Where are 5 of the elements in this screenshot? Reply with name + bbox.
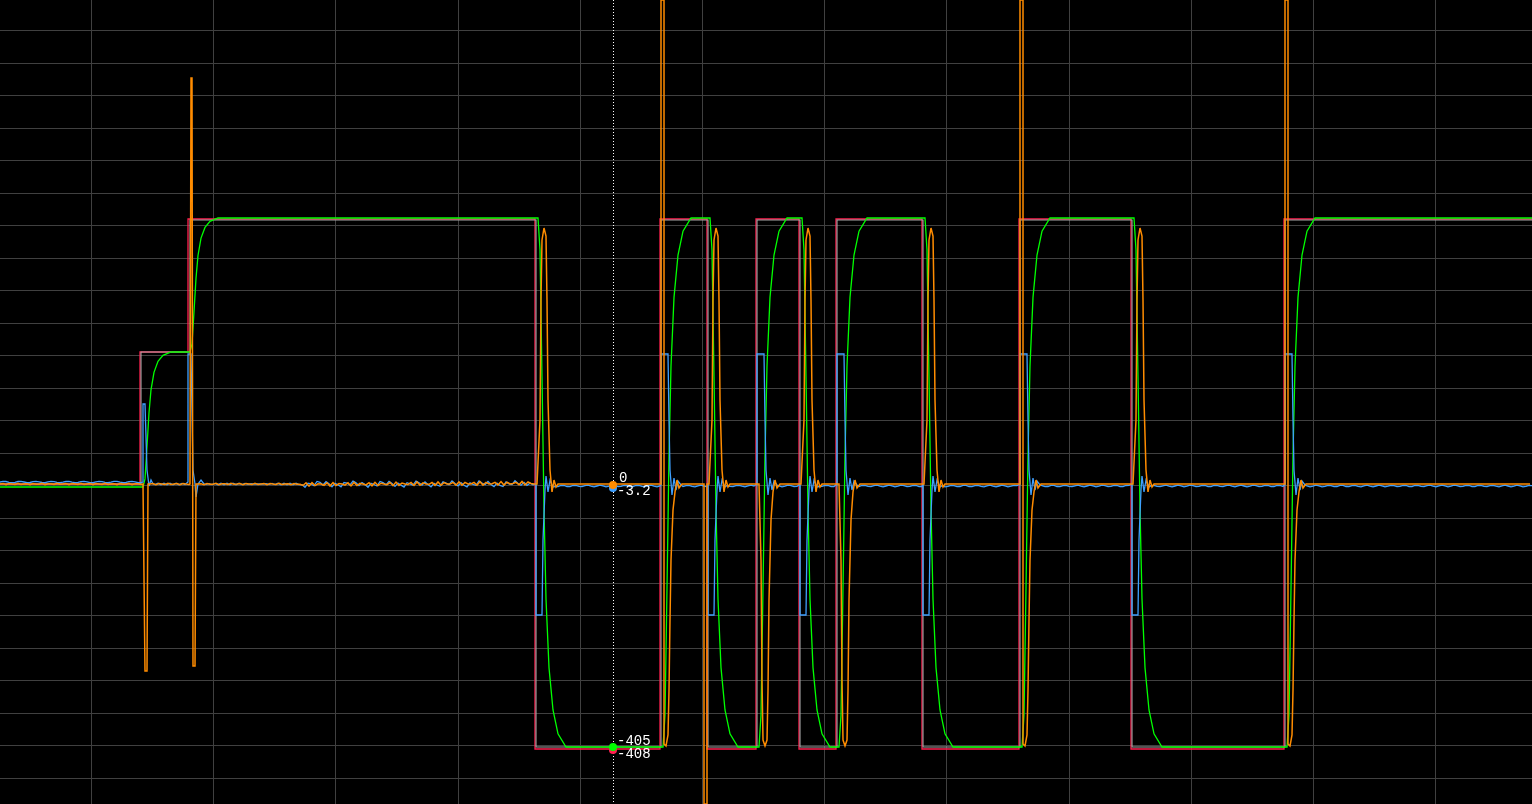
cursor-readout: 0 (619, 472, 628, 485)
cursor-readout: -3.2 (617, 485, 651, 498)
cursor-readout: -408 (617, 748, 651, 761)
cursor-line[interactable] (613, 0, 614, 804)
cursor-readout: -405 (617, 735, 651, 748)
